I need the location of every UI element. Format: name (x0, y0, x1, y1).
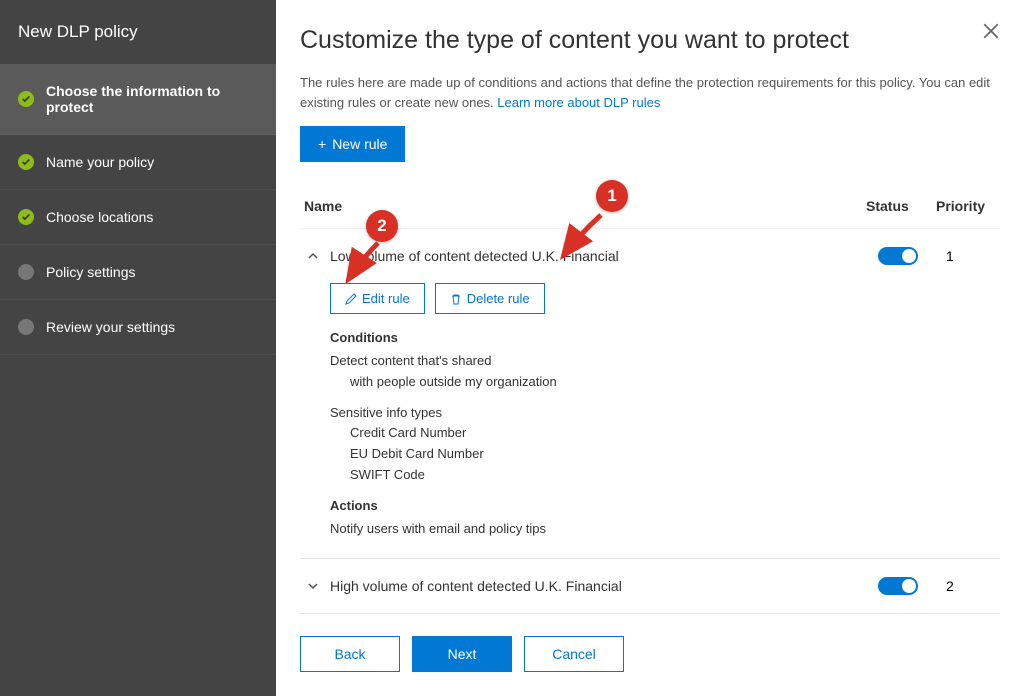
rule-details: Conditions Detect content that's shared … (330, 330, 996, 540)
chevron-up-icon (304, 250, 322, 262)
next-button[interactable]: Next (412, 636, 512, 672)
page-description: The rules here are made up of conditions… (300, 73, 1000, 112)
back-button[interactable]: Back (300, 636, 400, 672)
plus-icon: + (318, 136, 326, 152)
step-label: Choose locations (46, 209, 153, 225)
step-label: Policy settings (46, 264, 135, 280)
new-rule-button[interactable]: + New rule (300, 126, 405, 162)
rule-row: Low volume of content detected U.K. Fina… (300, 229, 1000, 559)
column-status: Status (866, 198, 936, 214)
column-priority: Priority (936, 198, 996, 214)
rule-header[interactable]: High volume of content detected U.K. Fin… (304, 577, 996, 595)
check-icon (18, 91, 34, 107)
step-label: Review your settings (46, 319, 175, 335)
step-label: Choose the information to protect (46, 83, 258, 115)
page-title: Customize the type of content you want t… (300, 26, 1000, 55)
annotation-arrow-2 (336, 238, 391, 288)
sidebar-title: New DLP policy (0, 0, 276, 64)
learn-more-link[interactable]: Learn more about DLP rules (497, 95, 660, 110)
rule-name: High volume of content detected U.K. Fin… (330, 578, 878, 594)
actions-label: Actions (330, 498, 996, 513)
rule-action-bar: Edit rule Delete rule (330, 283, 996, 314)
conditions-label: Conditions (330, 330, 996, 345)
step-choose-locations[interactable]: Choose locations (0, 190, 276, 245)
step-review-settings[interactable]: Review your settings (0, 300, 276, 355)
step-policy-settings[interactable]: Policy settings (0, 245, 276, 300)
circle-icon (18, 264, 34, 280)
trash-icon (450, 293, 462, 305)
main-panel: Customize the type of content you want t… (276, 0, 1024, 696)
delete-rule-button[interactable]: Delete rule (435, 283, 545, 314)
cancel-button[interactable]: Cancel (524, 636, 624, 672)
annotation-balloon-2: 2 (366, 210, 398, 242)
annotation-balloon-1: 1 (596, 180, 628, 212)
circle-icon (18, 319, 34, 335)
close-button[interactable] (982, 22, 1000, 45)
rule-row: High volume of content detected U.K. Fin… (300, 559, 1000, 614)
pencil-icon (345, 293, 357, 305)
annotation-arrow-1 (551, 210, 611, 265)
check-icon (18, 209, 34, 225)
step-label: Name your policy (46, 154, 154, 170)
priority-value: 1 (946, 248, 996, 264)
table-header: Name Status Priority (300, 198, 1000, 229)
footer-button-bar: Back Next Cancel (300, 636, 1000, 672)
chevron-down-icon (304, 580, 322, 592)
wizard-sidebar: New DLP policy Choose the information to… (0, 0, 276, 696)
step-name-policy[interactable]: Name your policy (0, 135, 276, 190)
status-toggle[interactable] (878, 577, 918, 595)
status-toggle[interactable] (878, 247, 918, 265)
priority-value: 2 (946, 578, 996, 594)
rule-header[interactable]: Low volume of content detected U.K. Fina… (304, 247, 996, 265)
step-choose-information[interactable]: Choose the information to protect (0, 64, 276, 135)
check-icon (18, 154, 34, 170)
